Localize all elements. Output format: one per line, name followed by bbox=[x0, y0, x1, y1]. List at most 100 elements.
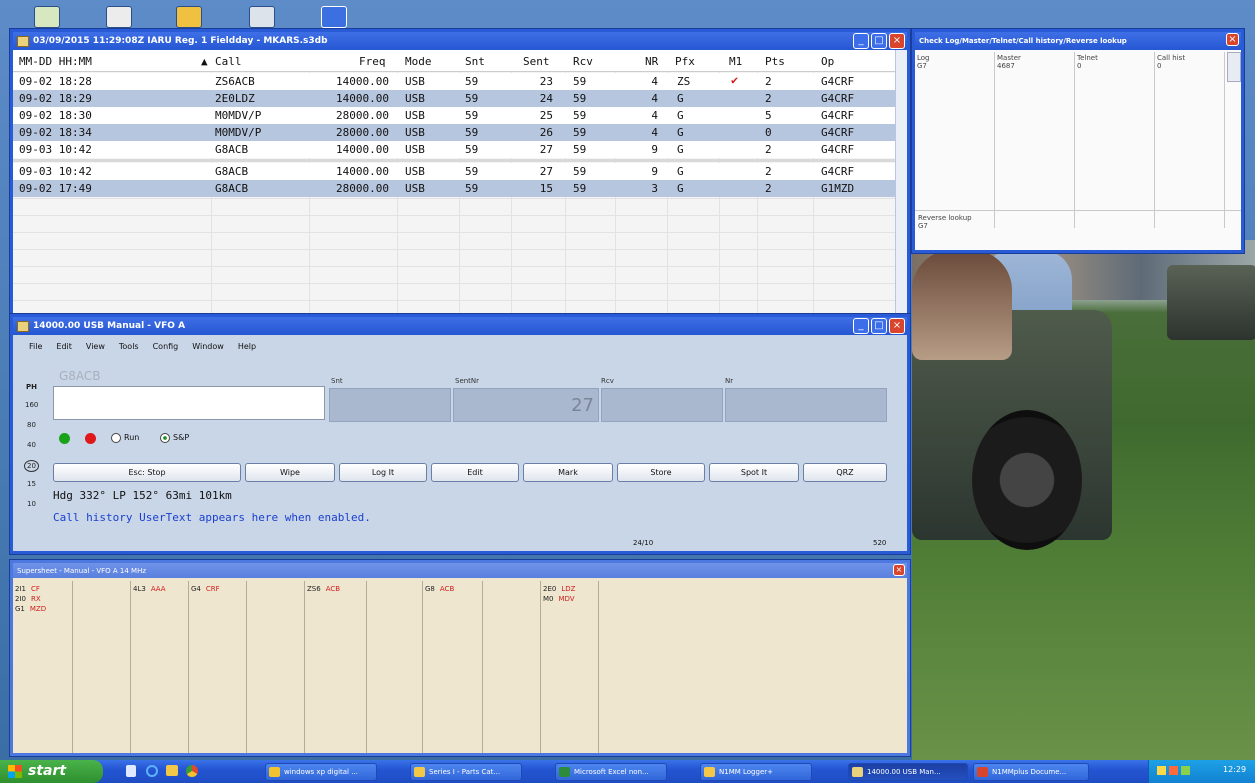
col-header-sent[interactable]: Sent bbox=[523, 55, 550, 68]
taskbar-item-entry-window-active[interactable]: 14000.00 USB Man... bbox=[848, 763, 968, 781]
table-row[interactable]: 09-02 18:28 ZS6ACB 14000.00 USB 59 23 59 4 ZS ✔ 2 G… bbox=[13, 73, 898, 90]
menu-edit[interactable]: Edit bbox=[56, 342, 72, 351]
col-header-mode[interactable]: Mode bbox=[405, 55, 432, 68]
taskbar-item-windows-xp-digital[interactable]: windows xp digital ... bbox=[265, 763, 377, 781]
tray-icon[interactable] bbox=[1157, 766, 1166, 775]
check-panel-master[interactable]: Master 4687 bbox=[995, 52, 1075, 228]
desktop-icon-1[interactable] bbox=[34, 6, 60, 28]
menu-help[interactable]: Help bbox=[238, 342, 256, 351]
quicklaunch-folder-icon[interactable] bbox=[166, 765, 178, 776]
col-header-call[interactable]: Call bbox=[215, 55, 242, 68]
col-header-snt[interactable]: Snt bbox=[465, 55, 485, 68]
nr-field[interactable] bbox=[725, 388, 887, 422]
table-row[interactable]: 09-03 10:42 G8ACB 14000.00 USB 59 27 59 9 G 2 G4CR… bbox=[13, 141, 898, 158]
close-icon[interactable]: × bbox=[1226, 33, 1239, 46]
entry-window[interactable]: 14000.00 USB Manual - VFO A _ □ × File E… bbox=[10, 314, 910, 554]
taskbar-item-series-parts[interactable]: Series I - Parts Cat... bbox=[410, 763, 522, 781]
taskbar-item-n1mm-docs[interactable]: N1MMplus Docume... bbox=[973, 763, 1089, 781]
start-button[interactable]: start bbox=[0, 760, 103, 783]
close-icon[interactable]: × bbox=[889, 33, 905, 49]
store-button[interactable]: Store bbox=[617, 463, 705, 482]
table-row[interactable]: 09-02 18:30 M0MDV/P 28000.00 USB 59 25 59 4 G 5 G4… bbox=[13, 107, 898, 124]
col-header-freq[interactable]: Freq bbox=[359, 55, 386, 68]
taskbar-item-n1mm-logger[interactable]: N1MM Logger+ bbox=[700, 763, 812, 781]
col-header-pts[interactable]: Pts bbox=[765, 55, 785, 68]
menu-file[interactable]: File bbox=[29, 342, 42, 351]
minimize-icon[interactable]: _ bbox=[853, 33, 869, 49]
close-icon[interactable]: × bbox=[889, 318, 905, 334]
log-window[interactable]: 03/09/2015 11:29:08Z IARU Reg. 1 Fieldda… bbox=[10, 29, 910, 317]
col-header-nr[interactable]: NR bbox=[645, 55, 658, 68]
table-row[interactable]: 09-03 10:42 G8ACB 14000.00 USB 59 27 59 9 G 2 G4CR… bbox=[13, 163, 898, 180]
table-row[interactable]: 09-02 18:29 2E0LDZ 14000.00 USB 59 24 59 4 G 2 G4C… bbox=[13, 90, 898, 107]
reverse-lookup-panel[interactable]: Reverse lookup G7 bbox=[915, 210, 1241, 250]
taskbar-item-excel[interactable]: Microsoft Excel non... bbox=[555, 763, 667, 781]
edit-button[interactable]: Edit bbox=[431, 463, 519, 482]
entry-window-titlebar[interactable]: 14000.00 USB Manual - VFO A bbox=[13, 317, 907, 335]
desktop-icon-3[interactable] bbox=[176, 6, 202, 28]
menu-tools[interactable]: Tools bbox=[119, 342, 139, 351]
band-160[interactable]: 160 bbox=[25, 401, 38, 409]
supersheet-column bbox=[247, 581, 305, 753]
menu-window[interactable]: Window bbox=[192, 342, 224, 351]
splitter[interactable] bbox=[13, 159, 898, 162]
col-header-rcv[interactable]: Rcv bbox=[573, 55, 593, 68]
supersheet-titlebar[interactable]: Supersheet - Manual - VFO A 14 MHz bbox=[13, 563, 907, 578]
callsign-input[interactable] bbox=[53, 386, 325, 420]
table-row[interactable]: 09-02 17:49 G8ACB 28000.00 USB 59 15 59 3 G 2 G1MZ… bbox=[13, 180, 898, 197]
sentnr-field[interactable]: 27 bbox=[453, 388, 599, 422]
quicklaunch-desktop-icon[interactable] bbox=[126, 765, 136, 777]
quicklaunch-browser-icon[interactable] bbox=[186, 765, 198, 777]
minimize-icon[interactable]: _ bbox=[853, 318, 869, 334]
maximize-icon[interactable]: □ bbox=[871, 318, 887, 334]
wipe-button[interactable]: Wipe bbox=[245, 463, 335, 482]
cell-nr: 4 bbox=[651, 126, 658, 139]
maximize-icon[interactable]: □ bbox=[871, 33, 887, 49]
cell-datetime: 09-02 18:28 bbox=[19, 75, 92, 88]
close-icon[interactable]: × bbox=[893, 564, 905, 576]
check-panel-call-history[interactable]: Call hist 0 bbox=[1155, 52, 1225, 228]
spot-it-button[interactable]: Spot It bbox=[709, 463, 799, 482]
check-panel-log[interactable]: Log G7 bbox=[915, 52, 995, 228]
tray-icon[interactable] bbox=[1169, 766, 1178, 775]
menu-config[interactable]: Config bbox=[153, 342, 179, 351]
col-header-pfx[interactable]: Pfx bbox=[675, 55, 695, 68]
esc-stop-button[interactable]: Esc: Stop bbox=[53, 463, 241, 482]
col-header-m1[interactable]: M1 bbox=[729, 55, 742, 68]
band-20-selected[interactable]: 20 bbox=[24, 460, 39, 472]
tray-icon[interactable] bbox=[1181, 766, 1190, 775]
supersheet-window[interactable]: Supersheet - Manual - VFO A 14 MHz × 2I1… bbox=[10, 560, 910, 756]
check-log-window[interactable]: Check Log/Master/Telnet/Call history/Rev… bbox=[912, 29, 1244, 253]
col-header-datetime[interactable]: MM-DD HH:MM bbox=[19, 55, 92, 68]
clock[interactable]: 12:29 bbox=[1223, 765, 1246, 774]
quicklaunch-ie-icon[interactable] bbox=[146, 765, 158, 777]
desktop-icon-2[interactable] bbox=[106, 6, 132, 28]
qrz-button[interactable]: QRZ bbox=[803, 463, 887, 482]
mark-button[interactable]: Mark bbox=[523, 463, 613, 482]
rcv-field[interactable] bbox=[601, 388, 723, 422]
band-40[interactable]: 40 bbox=[27, 441, 36, 449]
snt-field[interactable] bbox=[329, 388, 451, 422]
run-radio[interactable] bbox=[111, 433, 121, 443]
band-80[interactable]: 80 bbox=[27, 421, 36, 429]
sp-radio-selected[interactable] bbox=[160, 433, 170, 443]
panel-value: 0 bbox=[1077, 62, 1082, 70]
desktop-icon-4[interactable] bbox=[249, 6, 275, 28]
check-scrollbar[interactable] bbox=[1227, 52, 1241, 82]
desktop-icon-5[interactable] bbox=[321, 6, 347, 28]
band-mode-ph[interactable]: PH bbox=[26, 383, 37, 391]
col-header-op[interactable]: Op bbox=[821, 55, 834, 68]
reverse-lookup-label: Reverse lookup bbox=[918, 214, 972, 222]
check-panel-telnet[interactable]: Telnet 0 bbox=[1075, 52, 1155, 228]
menu-view[interactable]: View bbox=[86, 342, 105, 351]
snt-label: Snt bbox=[331, 377, 343, 385]
table-row[interactable]: 09-02 18:34 M0MDV/P 28000.00 USB 59 26 59 4 G 0 G4… bbox=[13, 124, 898, 141]
entry-suffix: LDZ bbox=[561, 585, 576, 593]
log-window-titlebar[interactable]: 03/09/2015 11:29:08Z IARU Reg. 1 Fieldda… bbox=[13, 32, 907, 50]
band-10[interactable]: 10 bbox=[27, 500, 36, 508]
log-scrollbar[interactable] bbox=[895, 50, 907, 314]
band-15[interactable]: 15 bbox=[27, 480, 36, 488]
check-window-titlebar[interactable]: Check Log/Master/Telnet/Call history/Rev… bbox=[915, 32, 1241, 50]
log-it-button[interactable]: Log It bbox=[339, 463, 427, 482]
status-green-icon bbox=[59, 433, 70, 444]
